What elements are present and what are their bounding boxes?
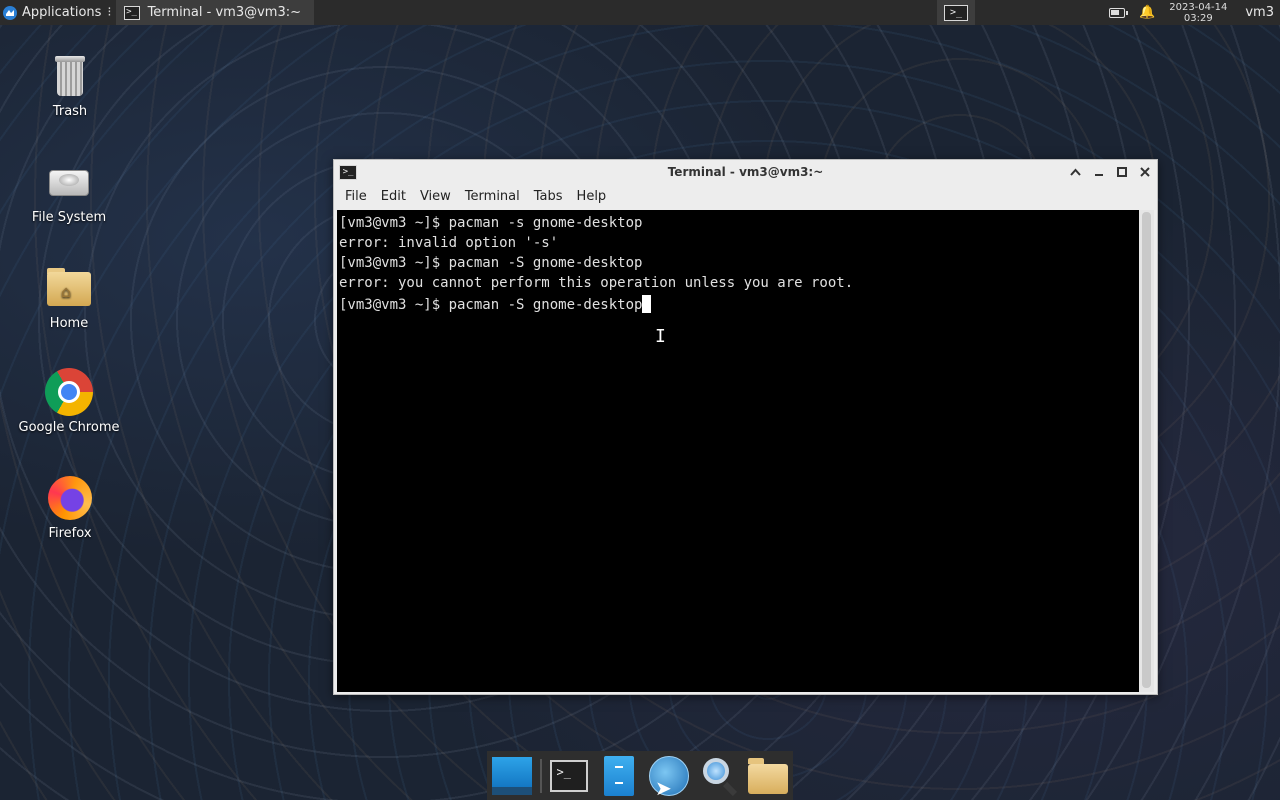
chrome-icon	[45, 368, 93, 416]
notification-bell-icon[interactable]: 🔔	[1139, 5, 1155, 20]
folder-icon	[748, 757, 789, 794]
window-controls	[1069, 160, 1151, 184]
menu-view[interactable]: View	[413, 189, 458, 204]
show-desktop-icon	[491, 756, 532, 795]
pointer-arrow-icon: ➤	[655, 775, 672, 800]
desktop-icon-label: Home	[49, 316, 89, 331]
file-manager-icon	[604, 755, 635, 796]
minimize-button[interactable]	[1092, 166, 1105, 179]
desktop-icon-trash[interactable]: Trash	[15, 52, 125, 119]
menu-terminal[interactable]: Terminal	[458, 189, 527, 204]
terminal-line: error: invalid option '-s'	[339, 235, 559, 251]
shade-button[interactable]	[1069, 166, 1082, 179]
menu-file[interactable]: File	[338, 189, 374, 204]
terminal-line: [vm3@vm3 ~]$ pacman -s gnome-desktop	[339, 215, 643, 231]
text-cursor	[642, 295, 652, 313]
dock-app-finder[interactable]	[697, 754, 741, 798]
dock-separator	[539, 758, 542, 793]
clock-date: 2023-04-14	[1169, 1, 1228, 13]
window-title: Terminal - vm3@vm3:~	[667, 165, 824, 179]
desktop-icon-google-chrome[interactable]: Google Chrome	[14, 368, 124, 435]
clock[interactable]: 2023-04-14 03:29	[1169, 2, 1227, 24]
close-icon	[1139, 167, 1150, 177]
xfce-logo-icon	[3, 5, 17, 20]
top-panel: Applications ⁝ >_ Terminal - vm3@vm3:~ >…	[0, 0, 1280, 25]
home-folder-icon: ⌂	[45, 264, 93, 312]
trash-icon	[46, 52, 94, 100]
terminal-icon: >_	[123, 5, 140, 20]
menu-tabs[interactable]: Tabs	[527, 189, 570, 204]
battery-icon[interactable]	[1109, 7, 1129, 18]
ibeam-cursor-icon: I	[655, 326, 666, 347]
vertical-scrollbar[interactable]	[1139, 210, 1154, 692]
desktop-icon-label: Trash	[52, 104, 88, 119]
terminal-current-command: [vm3@vm3 ~]$ pacman -S gnome-desktop	[339, 297, 643, 313]
scrollbar-thumb[interactable]	[1142, 212, 1151, 688]
desktop-icon-file-system[interactable]: File System	[14, 158, 124, 225]
user-menu[interactable]: vm3	[1245, 5, 1274, 20]
panel-separator: ⁝	[107, 5, 112, 20]
dock-terminal[interactable]: >_	[548, 754, 592, 798]
terminal-prompt-line: [vm3@vm3 ~]$ pacman -S gnome-desktop	[339, 295, 1140, 315]
desktop-icon-label: Google Chrome	[18, 420, 120, 435]
maximize-icon	[1116, 167, 1127, 177]
taskbar-button-label: Terminal - vm3@vm3:~	[147, 5, 301, 20]
maximize-button[interactable]	[1115, 166, 1128, 179]
window-title-bar[interactable]: >_ Terminal - vm3@vm3:~	[334, 160, 1157, 184]
menu-edit[interactable]: Edit	[374, 189, 413, 204]
applications-menu[interactable]: Applications ⁝	[0, 0, 116, 25]
terminal-icon: >_	[550, 759, 589, 792]
clock-time: 03:29	[1183, 12, 1213, 24]
close-button[interactable]	[1138, 166, 1151, 179]
minimize-icon	[1094, 174, 1103, 176]
dock-file-manager[interactable]	[597, 754, 641, 798]
terminal-icon[interactable]: >_	[339, 164, 357, 180]
dock: >_ ➤	[487, 751, 793, 800]
firefox-icon	[46, 474, 94, 522]
dock-web-browser[interactable]: ➤	[647, 754, 691, 800]
terminal-line: error: you cannot perform this operation…	[339, 275, 854, 291]
dock-show-desktop[interactable]	[490, 754, 534, 798]
tray-terminal-button[interactable]: >_	[937, 0, 976, 25]
terminal-line: [vm3@vm3 ~]$ pacman -S gnome-desktop	[339, 255, 643, 271]
magnifier-handle	[722, 781, 737, 796]
desktop-icon-firefox[interactable]: Firefox	[15, 474, 125, 541]
desktop-icon-label: Firefox	[48, 526, 92, 541]
desktop-icon-label: File System	[31, 210, 107, 225]
dock-home-folder[interactable]	[746, 754, 790, 798]
terminal-window: >_ Terminal - vm3@vm3:~ File Edit View T…	[333, 159, 1158, 695]
terminal-output[interactable]: [vm3@vm3 ~]$ pacman -s gnome-desktop err…	[337, 210, 1140, 692]
terminal-icon: >_	[944, 4, 969, 21]
drive-icon	[45, 158, 93, 206]
taskbar-button-terminal[interactable]: >_ Terminal - vm3@vm3:~	[115, 0, 314, 25]
chevron-up-icon	[1070, 168, 1081, 176]
system-tray: 🔔 2023-04-14 03:29 vm3	[1109, 2, 1280, 24]
menu-help[interactable]: Help	[570, 189, 614, 204]
desktop-icon-home[interactable]: ⌂ Home	[14, 264, 124, 331]
magnifier-icon	[702, 757, 729, 784]
applications-label: Applications	[22, 5, 102, 20]
menu-bar: File Edit View Terminal Tabs Help	[334, 184, 1157, 208]
